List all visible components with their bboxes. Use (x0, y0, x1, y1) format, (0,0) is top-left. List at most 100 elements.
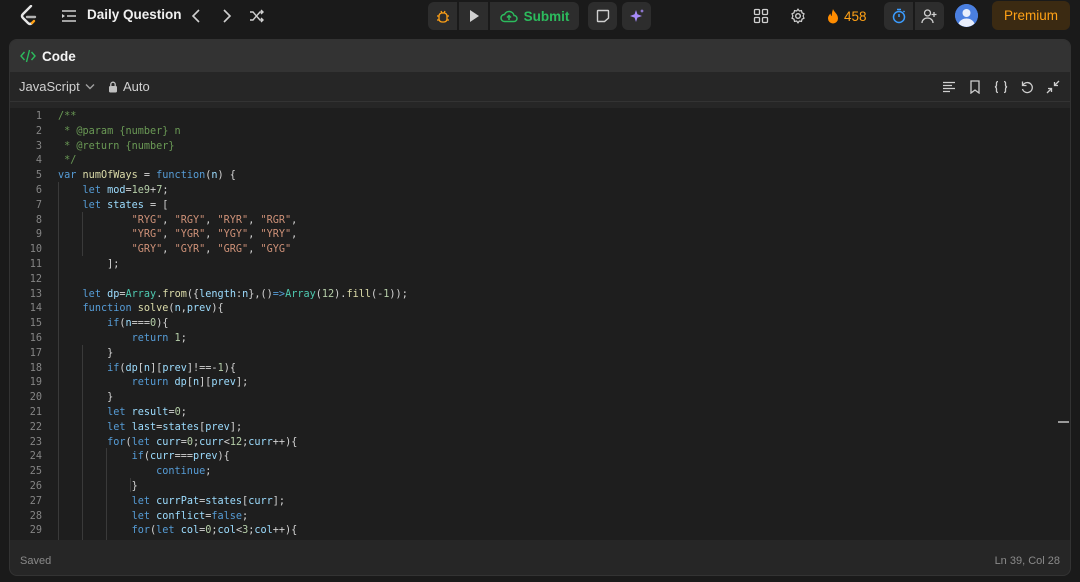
line-text: return dp[n][prev]; (131, 377, 249, 389)
code-line[interactable]: 6 let mod=1e9+7; (10, 184, 1050, 199)
stopwatch-icon (892, 8, 905, 24)
line-text: */ (58, 155, 77, 167)
ai-assistant-button[interactable] (622, 2, 651, 30)
code-line[interactable]: 12 (10, 273, 1050, 288)
code-line[interactable]: 19 return dp[n][prev]; (10, 376, 1050, 391)
line-number: 7 (35, 199, 42, 211)
code-line[interactable]: 17 } (10, 347, 1050, 362)
code-line[interactable]: 22 let last=states[prev]; (10, 421, 1050, 436)
code-line[interactable]: 18 if(dp[n][prev]!==-1){ (10, 362, 1050, 377)
run-controls: Submit (428, 2, 579, 30)
code-line[interactable]: 11 ]; (10, 258, 1050, 273)
gear-icon[interactable] (789, 7, 807, 25)
timer-button[interactable] (884, 2, 913, 30)
code-line[interactable]: 24 if(curr===prev){ (10, 450, 1050, 465)
cloud-upload-icon (499, 10, 518, 23)
line-number: 28 (29, 510, 42, 522)
notes-button[interactable] (588, 2, 617, 30)
line-number: 16 (29, 333, 42, 344)
debug-button[interactable] (428, 2, 457, 30)
line-text: if(curr===prev){ (131, 451, 230, 463)
line-text: "RYG", "RGY", "RYR", "RGR", (131, 214, 298, 226)
code-line[interactable]: 27 let currPat=states[curr]; (10, 495, 1050, 510)
line-number: 21 (29, 407, 42, 418)
code-line[interactable]: 7 let states = [ (10, 199, 1050, 214)
code-icon (20, 49, 36, 63)
line-text: } (58, 481, 138, 492)
line-text: * @return {number} (58, 140, 175, 152)
code-line[interactable]: 21 let result=0; (10, 406, 1050, 421)
avatar[interactable] (955, 4, 978, 27)
scrollbar-thumb[interactable] (1058, 421, 1069, 423)
line-text: function solve(n,prev){ (82, 303, 224, 315)
fire-icon (828, 8, 838, 23)
line-number: 5 (35, 170, 42, 182)
code-line[interactable]: 1 /** (10, 110, 1050, 125)
premium-button[interactable]: Premium (992, 1, 1070, 30)
line-text: } (58, 347, 114, 359)
line-number: 3 (35, 140, 42, 152)
line-text: ]; (58, 259, 120, 270)
collapse-icon[interactable] (1044, 78, 1062, 96)
code-line[interactable]: 25 continue; (10, 465, 1050, 480)
daily-question-title[interactable]: Daily Question (87, 7, 182, 22)
code-line[interactable]: 23 for(let curr=0;curr<12;curr++){ (10, 436, 1050, 451)
line-number: 2 (35, 125, 42, 137)
line-text: * @param {number} n (58, 125, 181, 137)
line-text: for(let curr=0;curr<12;curr++){ (107, 436, 298, 448)
editor-actions (940, 78, 1062, 96)
code-line[interactable]: 14 function solve(n,prev){ (10, 302, 1050, 317)
editor-toolbar: JavaScript Auto (10, 72, 1070, 102)
submit-label: Submit (523, 8, 570, 24)
code-line[interactable]: 9 "YRG", "YGR", "YGY", "YRY", (10, 228, 1050, 243)
invite-button[interactable] (915, 2, 944, 30)
layout-grid-icon[interactable] (752, 7, 770, 25)
code-line[interactable]: 28 let conflict=false; (10, 510, 1050, 525)
line-text: "YRG", "YGR", "YGY", "YRY", (131, 229, 298, 241)
line-number: 12 (29, 273, 42, 285)
run-button[interactable] (459, 2, 488, 30)
braces-icon[interactable] (992, 78, 1010, 96)
language-selector[interactable]: JavaScript (19, 79, 95, 94)
code-editor[interactable]: 1/** 2 * @param {number} n3 * @return {nu… (10, 108, 1070, 540)
line-text: return 1; (131, 333, 187, 344)
code-line[interactable]: 3 * @return {number} (10, 140, 1050, 155)
line-number: 17 (29, 347, 42, 359)
code-line[interactable]: 13 let dp=Array.from({length:n},()=>Arra… (10, 288, 1050, 303)
format-align-icon[interactable] (940, 78, 958, 96)
line-number: 27 (29, 495, 42, 507)
code-line[interactable]: 29 for(let col=0;col<3;col++){ (10, 524, 1050, 539)
bookmark-icon[interactable] (966, 78, 984, 96)
chevron-down-icon (85, 84, 95, 90)
line-text: /** (58, 111, 77, 122)
code-line[interactable]: 15 if(n===0){ (10, 317, 1050, 332)
line-text: continue; (156, 466, 212, 478)
submit-button[interactable]: Submit (490, 2, 579, 30)
shuffle-icon[interactable] (248, 7, 266, 25)
streak-counter[interactable]: 458 (826, 6, 867, 26)
note-icon (596, 9, 609, 23)
line-text: var numOfWays = function(n) { (58, 170, 236, 182)
line-number: 26 (29, 481, 42, 492)
line-text: "GRY", "GYR", "GRG", "GYG" (131, 244, 292, 256)
chevron-left-icon[interactable] (188, 7, 204, 25)
code-line[interactable]: 2 * @param {number} n (10, 125, 1050, 140)
code-line[interactable]: 10 "GRY", "GYR", "GRG", "GYG" (10, 243, 1050, 258)
cursor-position: Ln 39, Col 28 (994, 555, 1060, 567)
code-line[interactable]: 8 "RYG", "RGY", "RYR", "RGR", (10, 214, 1050, 229)
line-number: 22 (29, 421, 42, 433)
line-number: 29 (29, 525, 42, 537)
code-line[interactable]: 5 var numOfWays = function(n) { (10, 169, 1050, 184)
top-navigation-bar: Daily Question Submit 458 Premium (0, 0, 1080, 32)
code-line[interactable]: 4 */ (10, 154, 1050, 169)
leetcode-logo[interactable] (18, 4, 40, 28)
lock-icon (109, 81, 117, 92)
line-number: 14 (29, 303, 42, 315)
problem-list-icon[interactable] (60, 7, 78, 25)
reset-icon[interactable] (1018, 78, 1036, 96)
auto-mode-toggle[interactable]: Auto (108, 79, 150, 94)
code-line[interactable]: 16 return 1; (10, 332, 1050, 347)
chevron-right-icon[interactable] (219, 7, 235, 25)
code-line[interactable]: 26 } (10, 480, 1050, 495)
code-line[interactable]: 20 } (10, 391, 1050, 406)
